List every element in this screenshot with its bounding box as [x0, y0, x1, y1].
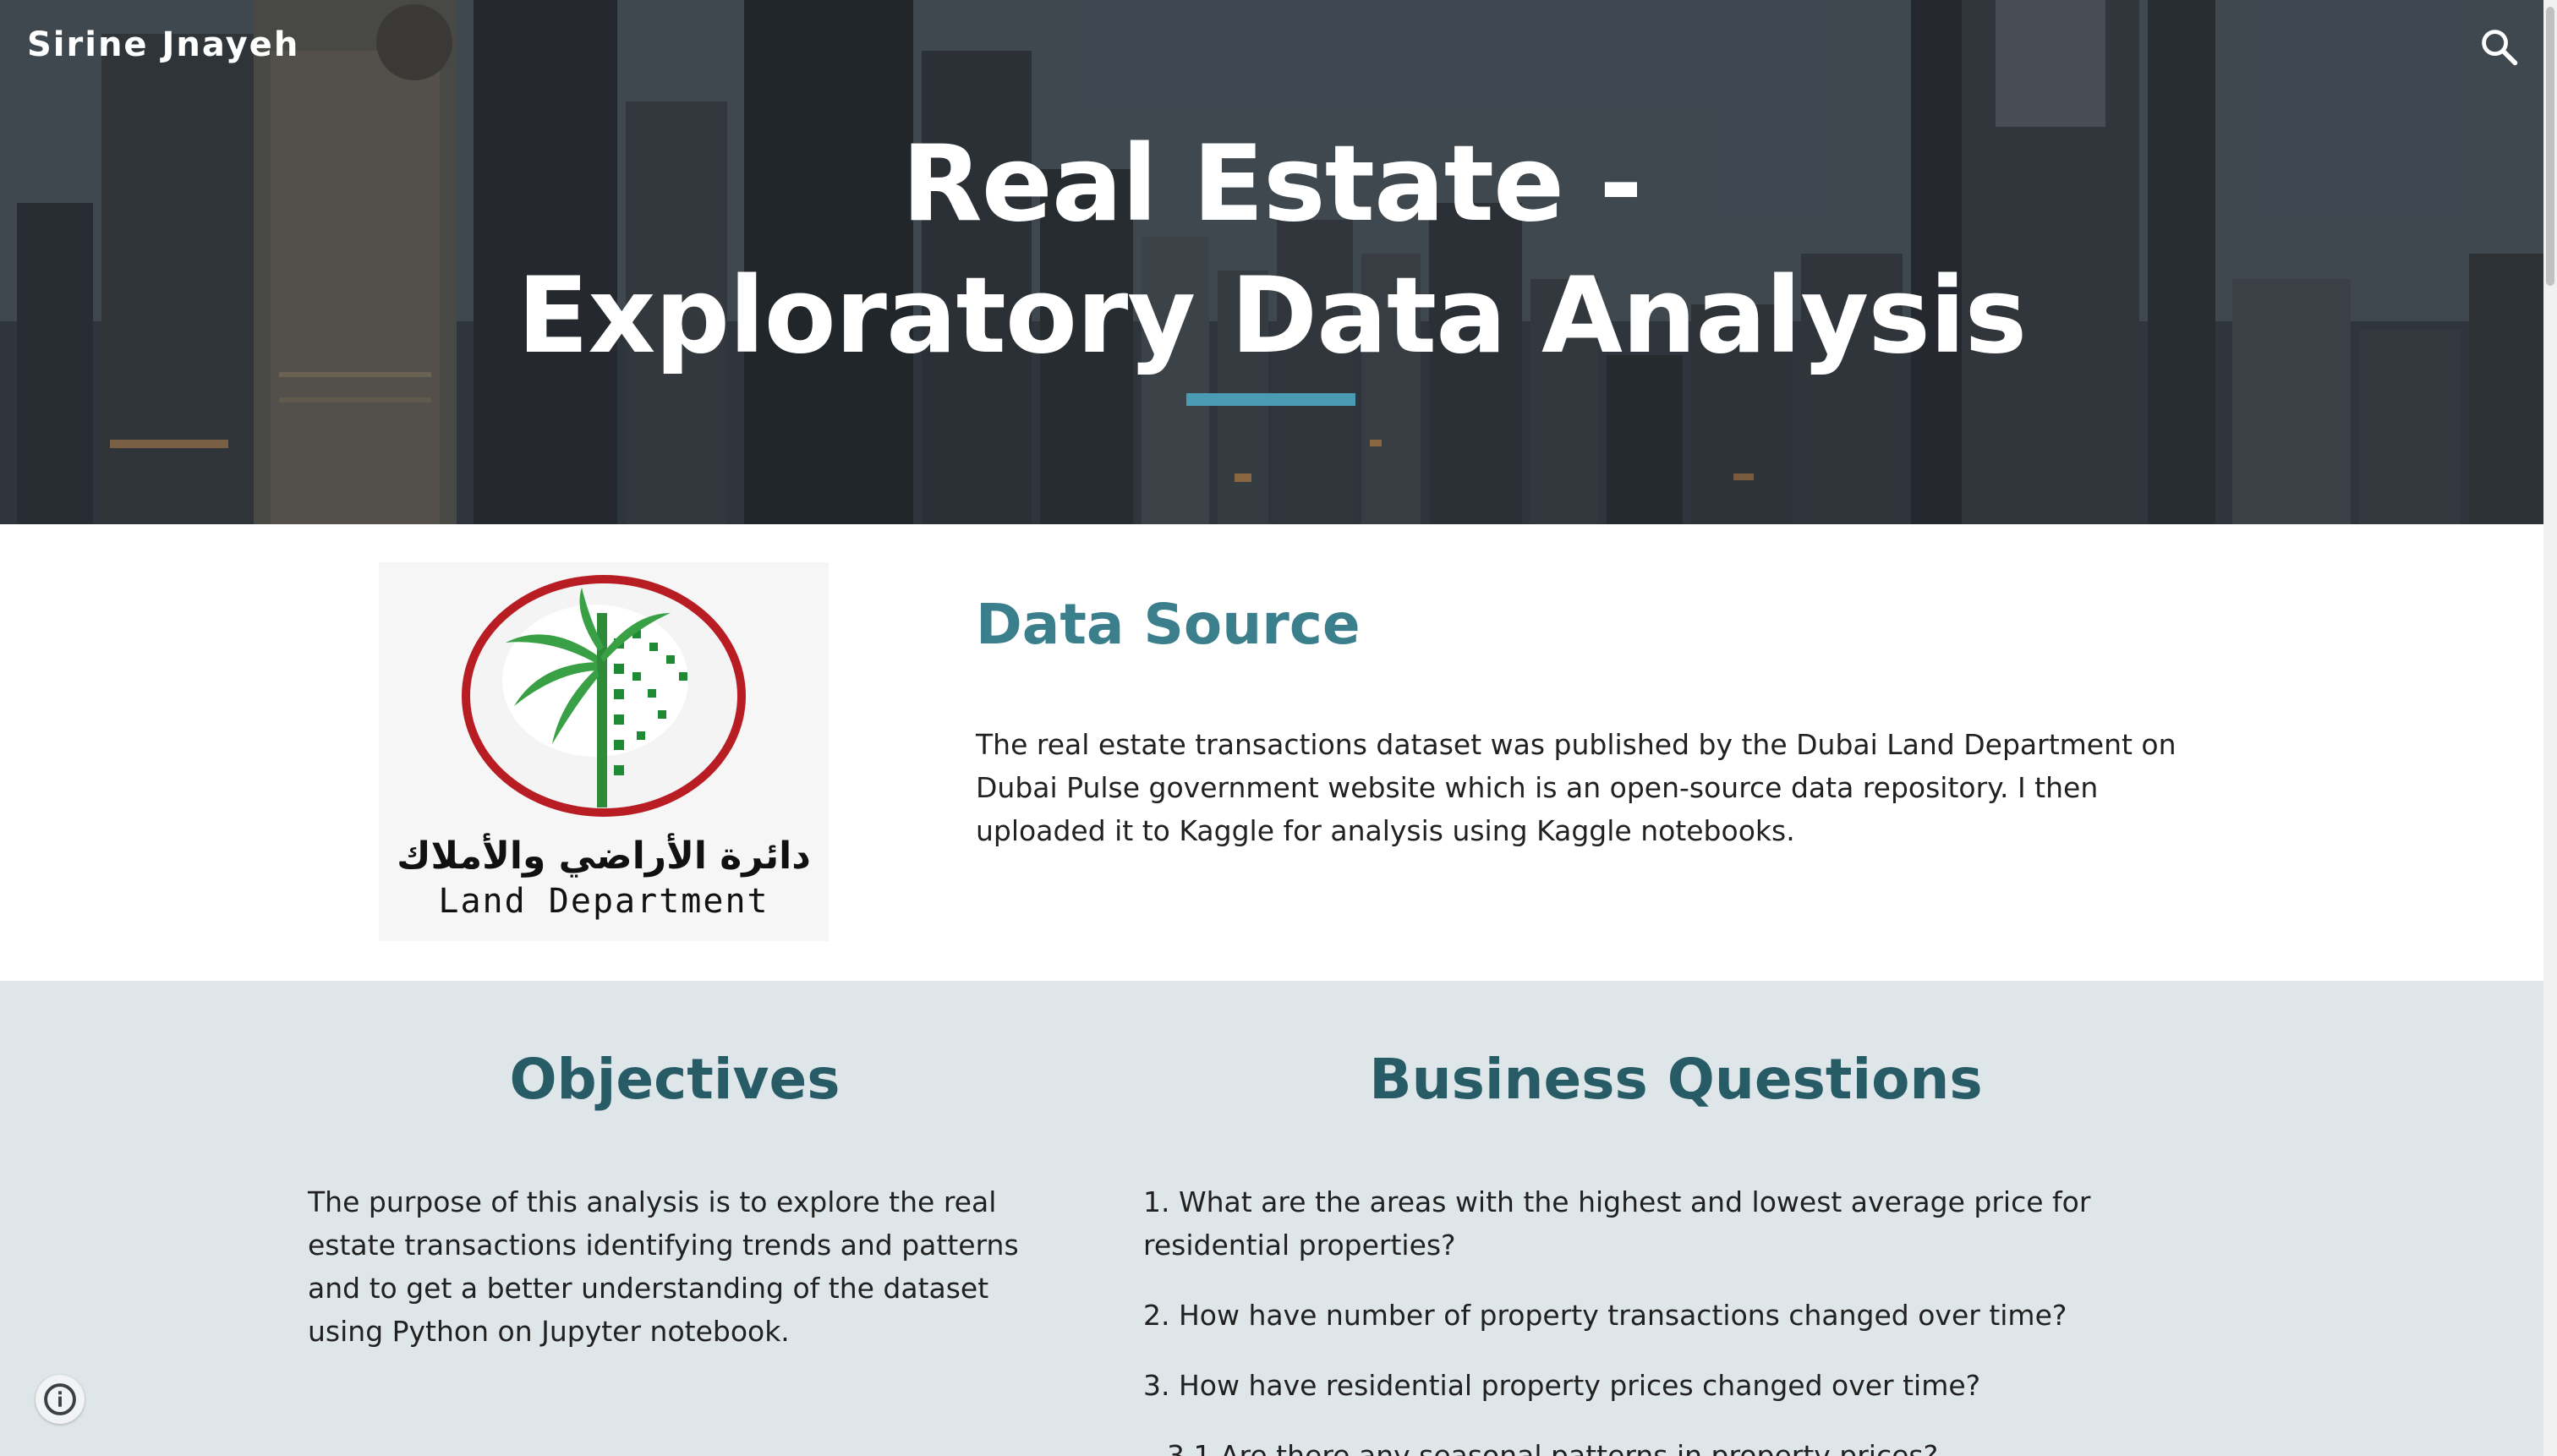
logo-english-text: Land Department [438, 882, 769, 921]
info-icon [44, 1383, 76, 1415]
list-item: 3. How have residential property prices … [1143, 1369, 1981, 1402]
scrollbar-thumb[interactable] [2546, 7, 2554, 286]
page-scrollbar[interactable] [2543, 0, 2557, 1456]
data-source-heading: Data Source [976, 592, 1361, 657]
hero-banner: Sirine Jnayeh Real Estate - Exploratory … [0, 0, 2543, 524]
search-button[interactable] [2478, 25, 2521, 69]
business-questions-list: 1. What are the areas with the highest a… [1143, 1180, 2200, 1456]
page-title: Real Estate - Exploratory Data Analysis [0, 118, 2543, 382]
business-questions-heading: Business Questions [1369, 1047, 1983, 1112]
objectives-description: The purpose of this analysis is to explo… [308, 1185, 1019, 1348]
list-item: 3.1 Are there any seasonal patterns in p… [1167, 1439, 1939, 1456]
list-item: 1. What are the areas with the highest a… [1143, 1185, 2091, 1262]
list-item: 2. How have number of property transacti… [1143, 1299, 2067, 1332]
land-department-logo: دائرة الأراضي والأملاك Land Department [379, 562, 829, 941]
site-title[interactable]: Sirine Jnayeh [27, 25, 299, 64]
palm-tree-emblem-icon [462, 575, 746, 817]
page: Sirine Jnayeh Real Estate - Exploratory … [0, 0, 2543, 1456]
search-icon [2482, 30, 2518, 66]
page-title-line-2: Exploratory Data Analysis [517, 255, 2028, 377]
title-underline [1186, 393, 1355, 406]
objectives-heading: Objectives [509, 1047, 840, 1112]
page-title-line-1: Real Estate - [901, 123, 1642, 245]
data-source-description: The real estate transactions dataset was… [976, 728, 2176, 847]
logo-arabic-text: دائرة الأراضي والأملاك [397, 835, 811, 878]
site-info-button[interactable] [36, 1375, 85, 1424]
